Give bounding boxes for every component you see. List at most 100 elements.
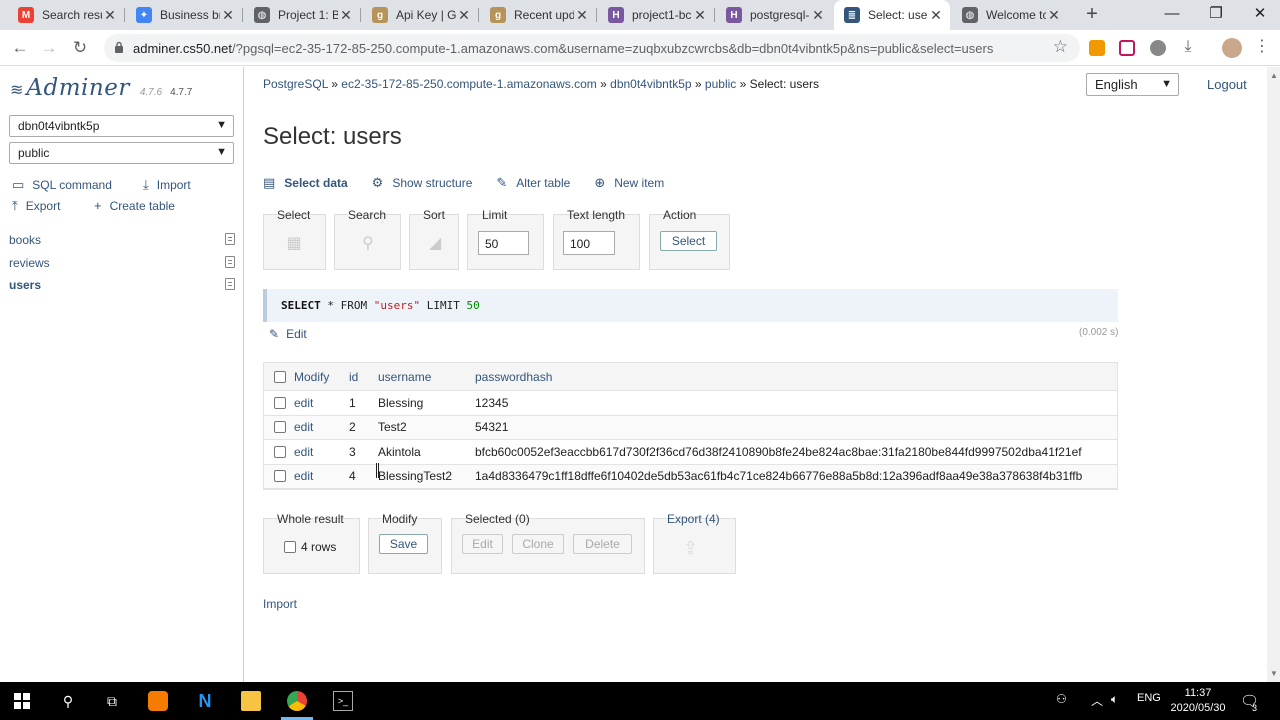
breadcrumb-driver[interactable]: PostgreSQL bbox=[263, 77, 328, 91]
select-submit-button[interactable]: Select bbox=[660, 231, 717, 251]
close-tab-icon[interactable]: ✕ bbox=[456, 7, 472, 24]
reload-icon[interactable]: ↻ bbox=[69, 38, 91, 60]
close-tab-icon[interactable]: ✕ bbox=[574, 7, 590, 24]
row-edit-link[interactable]: edit bbox=[294, 416, 313, 440]
menu-kebab-icon[interactable]: ⋮ bbox=[1254, 39, 1270, 56]
table-structure-icon[interactable] bbox=[225, 255, 235, 268]
create-table-link[interactable]: + Create table bbox=[94, 198, 175, 213]
delete-button[interactable]: Delete bbox=[573, 534, 632, 554]
browser-tab[interactable]: g Api Key | Gc ✕ bbox=[362, 0, 478, 30]
logout-button[interactable]: Logout bbox=[1207, 77, 1247, 92]
table-link[interactable]: books bbox=[9, 233, 41, 247]
notepad-n-icon[interactable]: N bbox=[195, 691, 215, 711]
restore-button[interactable]: ❐ bbox=[1194, 0, 1238, 30]
browser-tab[interactable]: M Search resu ✕ bbox=[8, 0, 124, 30]
scroll-up-icon[interactable]: ▲ bbox=[1270, 71, 1278, 80]
chrome-icon[interactable] bbox=[287, 691, 307, 711]
clock[interactable]: 11:37 2020/05/30 bbox=[1166, 686, 1230, 716]
limit-input[interactable]: 50 bbox=[478, 231, 529, 255]
people-icon[interactable]: ⚇ bbox=[1056, 692, 1067, 706]
browser-tab[interactable]: ≣ Select: user ✕ bbox=[834, 0, 950, 30]
column-modify[interactable]: Modify bbox=[294, 363, 329, 390]
search-fieldset[interactable]: Search ⚲ bbox=[334, 208, 401, 270]
close-tab-icon[interactable]: ✕ bbox=[810, 7, 826, 24]
export-link[interactable]: ⤒ Export bbox=[12, 198, 60, 214]
browser-tab[interactable]: Hpostgresql- ✕ bbox=[716, 0, 832, 30]
back-icon[interactable]: ← bbox=[9, 38, 31, 60]
new-item-link[interactable]: ⊕ New item bbox=[594, 175, 664, 191]
language-select[interactable]: English ▼ bbox=[1086, 73, 1179, 96]
bookmark-star-icon[interactable]: ☆ bbox=[1053, 37, 1068, 57]
language-indicator[interactable]: ENG bbox=[1137, 692, 1161, 704]
close-tab-icon[interactable]: ✕ bbox=[692, 7, 708, 24]
table-link[interactable]: reviews bbox=[9, 256, 50, 270]
table-structure-icon[interactable] bbox=[225, 278, 235, 290]
profile-avatar[interactable] bbox=[1222, 38, 1242, 58]
row-checkbox[interactable] bbox=[274, 421, 286, 434]
chevron-up-icon[interactable]: ︿ bbox=[1091, 692, 1103, 709]
scroll-down-icon[interactable]: ▼ bbox=[1270, 669, 1278, 678]
schema-select[interactable]: public ▼ bbox=[9, 142, 234, 164]
sql-command-link[interactable]: ▭ SQL command bbox=[12, 177, 112, 193]
text-length-input[interactable]: 100 bbox=[563, 231, 615, 255]
new-tab-button[interactable]: + bbox=[1082, 4, 1102, 24]
row-edit-link[interactable]: edit bbox=[294, 440, 313, 464]
whole-result-checkbox[interactable]: 4 rows bbox=[284, 540, 336, 554]
breadcrumb-server[interactable]: ec2-35-172-85-250.compute-1.amazonaws.co… bbox=[341, 77, 596, 91]
table-link[interactable]: users bbox=[9, 278, 41, 292]
task-view-icon[interactable]: ⧉ bbox=[102, 691, 122, 711]
sidebar-table-users[interactable]: users bbox=[9, 278, 235, 292]
sort-fieldset[interactable]: Sort ◢ bbox=[409, 208, 459, 270]
windows-start-icon[interactable] bbox=[12, 691, 32, 711]
close-window-button[interactable]: ✕ bbox=[1238, 0, 1280, 30]
select-fieldset[interactable]: Select ▦ bbox=[263, 208, 326, 270]
checkbox[interactable] bbox=[284, 541, 296, 553]
pocket-extension-icon[interactable] bbox=[1119, 40, 1135, 56]
file-explorer-icon[interactable] bbox=[241, 691, 261, 711]
sidebar-table-reviews[interactable]: reviews bbox=[9, 255, 235, 270]
select-data-link[interactable]: ▤ Select data bbox=[263, 175, 348, 191]
edit-query-link[interactable]: ✎ Edit bbox=[269, 327, 307, 341]
row-edit-link[interactable]: edit bbox=[294, 465, 313, 489]
alter-table-link[interactable]: ✎ Alter table bbox=[496, 175, 570, 191]
browser-tab[interactable]: Hproject1-bc ✕ bbox=[598, 0, 714, 30]
close-tab-icon[interactable]: ✕ bbox=[928, 7, 944, 24]
terminal-icon[interactable]: >_ bbox=[333, 691, 353, 711]
extension-icon[interactable] bbox=[1089, 40, 1105, 56]
row-edit-link[interactable]: edit bbox=[294, 391, 313, 415]
database-select[interactable]: dbn0t4vibntk5p ▼ bbox=[9, 115, 234, 137]
browser-tab[interactable]: ✦ Business br ✕ bbox=[126, 0, 242, 30]
search-icon[interactable]: ⚲ bbox=[58, 691, 78, 711]
downloads-icon[interactable]: ⤓ bbox=[1180, 39, 1196, 56]
table-structure-icon[interactable] bbox=[225, 233, 235, 245]
browser-tab[interactable]: ◍ Project 1: B ✕ bbox=[244, 0, 360, 30]
speaker-muted-icon[interactable]: 🔈︎ bbox=[1111, 692, 1118, 707]
close-tab-icon[interactable]: ✕ bbox=[102, 7, 118, 24]
export-toggle[interactable]: Export (4) bbox=[667, 512, 720, 526]
address-bar[interactable]: adminer.cs50.net/?pgsql=ec2-35-172-85-25… bbox=[104, 34, 1080, 62]
forward-icon[interactable]: → bbox=[38, 38, 60, 60]
row-checkbox[interactable] bbox=[274, 445, 286, 458]
minimize-button[interactable]: — bbox=[1150, 0, 1194, 30]
column-username[interactable]: username bbox=[378, 363, 431, 390]
breadcrumb-schema[interactable]: public bbox=[705, 77, 736, 91]
app-icon[interactable] bbox=[148, 691, 168, 711]
save-button[interactable]: Save bbox=[379, 534, 428, 554]
browser-tab[interactable]: g Recent upd ✕ bbox=[480, 0, 596, 30]
browser-tab[interactable]: ◍ Welcome tc ✕ bbox=[952, 0, 1068, 30]
adminer-logo[interactable]: ≋ Adminer 4.7.6 4.7.7 bbox=[10, 75, 192, 101]
column-id[interactable]: id bbox=[349, 363, 358, 390]
version-new[interactable]: 4.7.7 bbox=[170, 87, 192, 98]
sidebar-table-books[interactable]: books bbox=[9, 233, 235, 247]
import-data-link[interactable]: Import bbox=[263, 597, 297, 611]
select-all-checkbox[interactable] bbox=[274, 370, 286, 383]
show-structure-link[interactable]: ⚙ Show structure bbox=[372, 175, 473, 191]
edit-selected-button[interactable]: Edit bbox=[462, 534, 503, 554]
row-checkbox[interactable] bbox=[274, 470, 286, 483]
column-passwordhash[interactable]: passwordhash bbox=[475, 363, 552, 390]
page-scrollbar[interactable]: ▲ ▼ bbox=[1267, 67, 1280, 682]
download-circle-icon[interactable] bbox=[1150, 40, 1166, 56]
close-tab-icon[interactable]: ✕ bbox=[220, 7, 236, 24]
import-link[interactable]: ⤓ Import bbox=[143, 177, 191, 193]
close-tab-icon[interactable]: ✕ bbox=[1046, 7, 1062, 24]
